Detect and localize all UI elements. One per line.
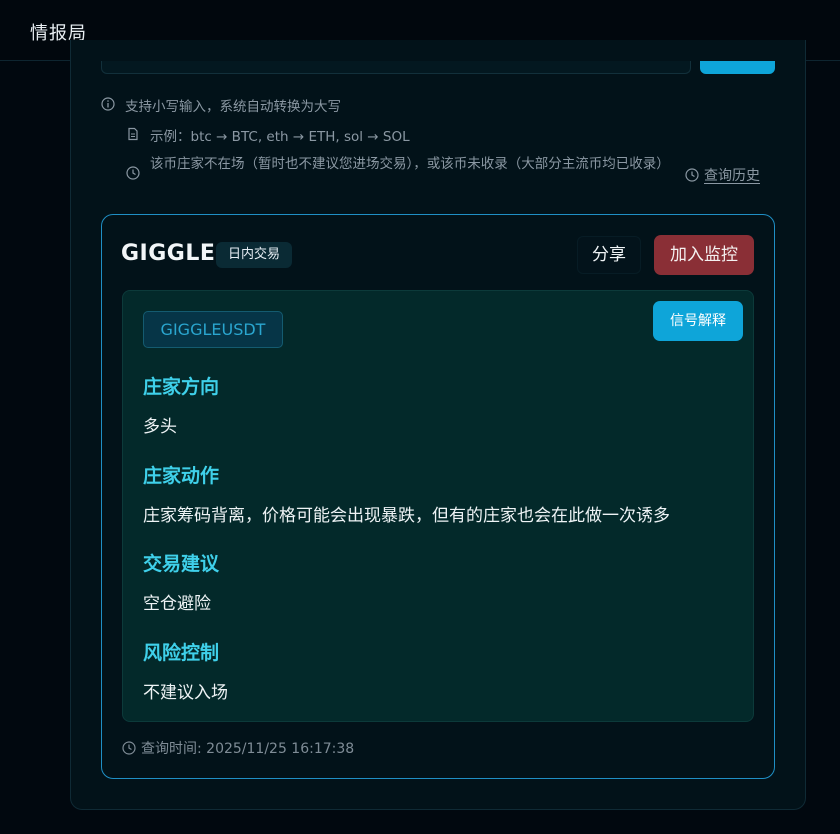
query-time-text: 查询时间: 2025/11/25 16:17:38 xyxy=(141,741,355,757)
hint-not-listed: 该币庄家不在场（暂时也不建议您进场交易），或该币未收录（大部分主流币均已收录） xyxy=(126,155,682,180)
trade-type-tag: 日内交易 xyxy=(216,242,293,268)
hint-not-listed-text: 该币庄家不在场（暂时也不建议您进场交易），或该币未收录（大部分主流币均已收录） xyxy=(150,156,670,172)
section-heading-direction: 庄家方向 xyxy=(143,376,220,398)
signal-explain-button[interactable]: 信号解释 xyxy=(653,301,743,341)
hint-example: 示例：btc → BTC, eth → ETH, sol → SOL xyxy=(126,125,410,145)
query-time: 查询时间: 2025/11/25 16:17:38 xyxy=(122,738,354,758)
add-monitor-button[interactable]: 加入监控 xyxy=(654,235,754,275)
symbol-title: GIGGLE xyxy=(121,241,216,266)
section-body-action: 庄家筹码背离，价格可能会出现暴跌，但有的庄家也会在此做一次诱多 xyxy=(143,506,670,526)
clock-icon xyxy=(126,166,140,180)
search-input[interactable] xyxy=(101,61,691,74)
section-body-risk: 不建议入场 xyxy=(143,683,228,703)
hint-example-text: 示例：btc → BTC, eth → ETH, sol → SOL xyxy=(150,129,410,145)
section-body-advice: 空仓避险 xyxy=(143,594,211,614)
query-history-link[interactable]: 查询历史 xyxy=(685,165,760,185)
query-history-label: 查询历史 xyxy=(704,168,760,184)
section-heading-action: 庄家动作 xyxy=(143,465,220,487)
section-body-direction: 多头 xyxy=(143,417,177,437)
info-icon xyxy=(101,97,115,111)
document-icon xyxy=(128,127,138,141)
search-button[interactable] xyxy=(700,61,775,74)
hint-uppercase: 支持小写输入，系统自动转换为大写 xyxy=(101,95,341,115)
section-heading-risk: 风险控制 xyxy=(143,642,220,664)
clock-icon xyxy=(122,741,136,755)
share-button[interactable]: 分享 xyxy=(577,236,641,274)
hint-uppercase-text: 支持小写输入，系统自动转换为大写 xyxy=(125,99,341,115)
clock-icon xyxy=(685,168,699,182)
trading-pair-badge: GIGGLEUSDT xyxy=(143,311,283,348)
section-heading-advice: 交易建议 xyxy=(143,553,220,575)
